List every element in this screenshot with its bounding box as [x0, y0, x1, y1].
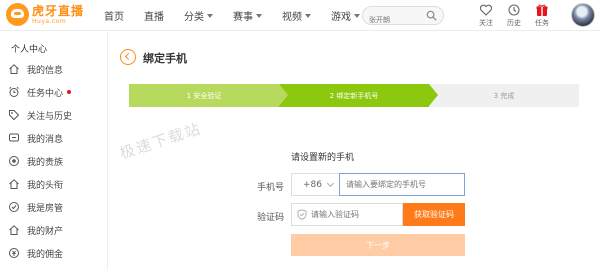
noble-icon [9, 156, 19, 166]
caret-down-icon [305, 13, 311, 18]
sidebar-item-noble[interactable]: 我的贵族 [8, 154, 63, 168]
phone-label: 手机号 [257, 183, 285, 193]
sidebar-item-commission[interactable]: 我的佣金 [8, 246, 63, 260]
step-complete: 3 完成 [429, 84, 579, 107]
search-input[interactable] [369, 11, 427, 29]
gift-icon [536, 4, 548, 16]
code-input[interactable] [311, 210, 401, 219]
step-arrow [429, 84, 438, 106]
logo-domain: Huya.com [32, 17, 67, 25]
step-bind-new-phone: 2 绑定新手机号 [279, 84, 429, 107]
nav-games[interactable]: 游戏 [331, 8, 360, 23]
sidebar: 个人中心 我的信息 任务中心 关注与历史 我的消息 我的贵族 我的头衔 我是房管… [0, 32, 108, 270]
caret-down-icon [207, 13, 213, 18]
sidebar-item-assets[interactable]: 我的财产 [8, 223, 63, 237]
sidebar-item-titles[interactable]: 我的头衔 [8, 177, 63, 191]
back-button[interactable] [120, 49, 136, 65]
nav-home[interactable]: 首页 [104, 8, 124, 23]
sidebar-item-messages[interactable]: 我的消息 [8, 131, 63, 145]
nav-video[interactable]: 视频 [282, 8, 311, 23]
notification-dot [67, 90, 72, 94]
code-label: 验证码 [257, 213, 285, 223]
step-arrow [279, 84, 288, 106]
sidebar-item-follow-history[interactable]: 关注与历史 [8, 108, 72, 122]
history-button[interactable]: 历史 [500, 2, 528, 28]
message-icon [9, 133, 19, 142]
next-button[interactable]: 下一步 [291, 234, 465, 256]
form-prompt: 请设置新的手机 [291, 153, 355, 163]
sidebar-item-task-center[interactable]: 任务中心 [8, 85, 72, 99]
alarm-icon [9, 86, 19, 97]
search-icon[interactable] [426, 10, 437, 21]
header-actions: 关注 历史 任务 [472, 2, 556, 28]
caret-down-icon [256, 13, 262, 18]
step-progress: 1 安全验证 2 绑定新手机号 3 完成 [129, 84, 579, 107]
country-code-value: +86 [303, 179, 322, 190]
search-box [362, 6, 444, 29]
huya-logo-icon [6, 3, 29, 26]
heart-icon [479, 4, 493, 16]
phone-input[interactable] [339, 173, 465, 196]
nav-live[interactable]: 直播 [144, 8, 164, 23]
follow-button[interactable]: 关注 [472, 2, 500, 28]
country-code-select[interactable]: +86 [291, 173, 339, 196]
code-field [291, 203, 403, 226]
home-icon [9, 179, 19, 189]
nav-events[interactable]: 赛事 [233, 8, 262, 23]
coin-icon [9, 248, 19, 258]
sidebar-item-my-info[interactable]: 我的信息 [8, 62, 63, 76]
home-icon [9, 64, 19, 74]
huya-logo[interactable]: 虎牙直播 Huya.com [6, 3, 84, 26]
step-security-verify: 1 安全验证 [129, 84, 279, 107]
caret-down-icon [354, 13, 360, 18]
page-title: 绑定手机 [143, 52, 187, 65]
shield-check-icon [297, 209, 307, 220]
get-code-button[interactable]: 获取验证码 [403, 203, 465, 226]
chevron-down-icon [326, 179, 335, 187]
main-nav: 首页 直播 分类 赛事 视频 游戏 [104, 0, 380, 31]
watermark: 极速下载站 [117, 119, 204, 163]
nav-category[interactable]: 分类 [184, 8, 213, 23]
clock-icon [508, 4, 520, 16]
logo-name: 虎牙直播 [32, 3, 85, 18]
home-icon [9, 225, 19, 235]
sidebar-item-room-admin[interactable]: 我是房管 [8, 200, 63, 214]
tag-icon [9, 110, 20, 121]
top-header: 虎牙直播 Huya.com 首页 直播 分类 赛事 视频 游戏 关注 历史 任务 [0, 0, 600, 31]
sidebar-title: 个人中心 [11, 45, 48, 55]
shield-icon [9, 202, 19, 212]
user-avatar[interactable] [571, 3, 595, 27]
task-button[interactable]: 任务 [528, 2, 556, 28]
